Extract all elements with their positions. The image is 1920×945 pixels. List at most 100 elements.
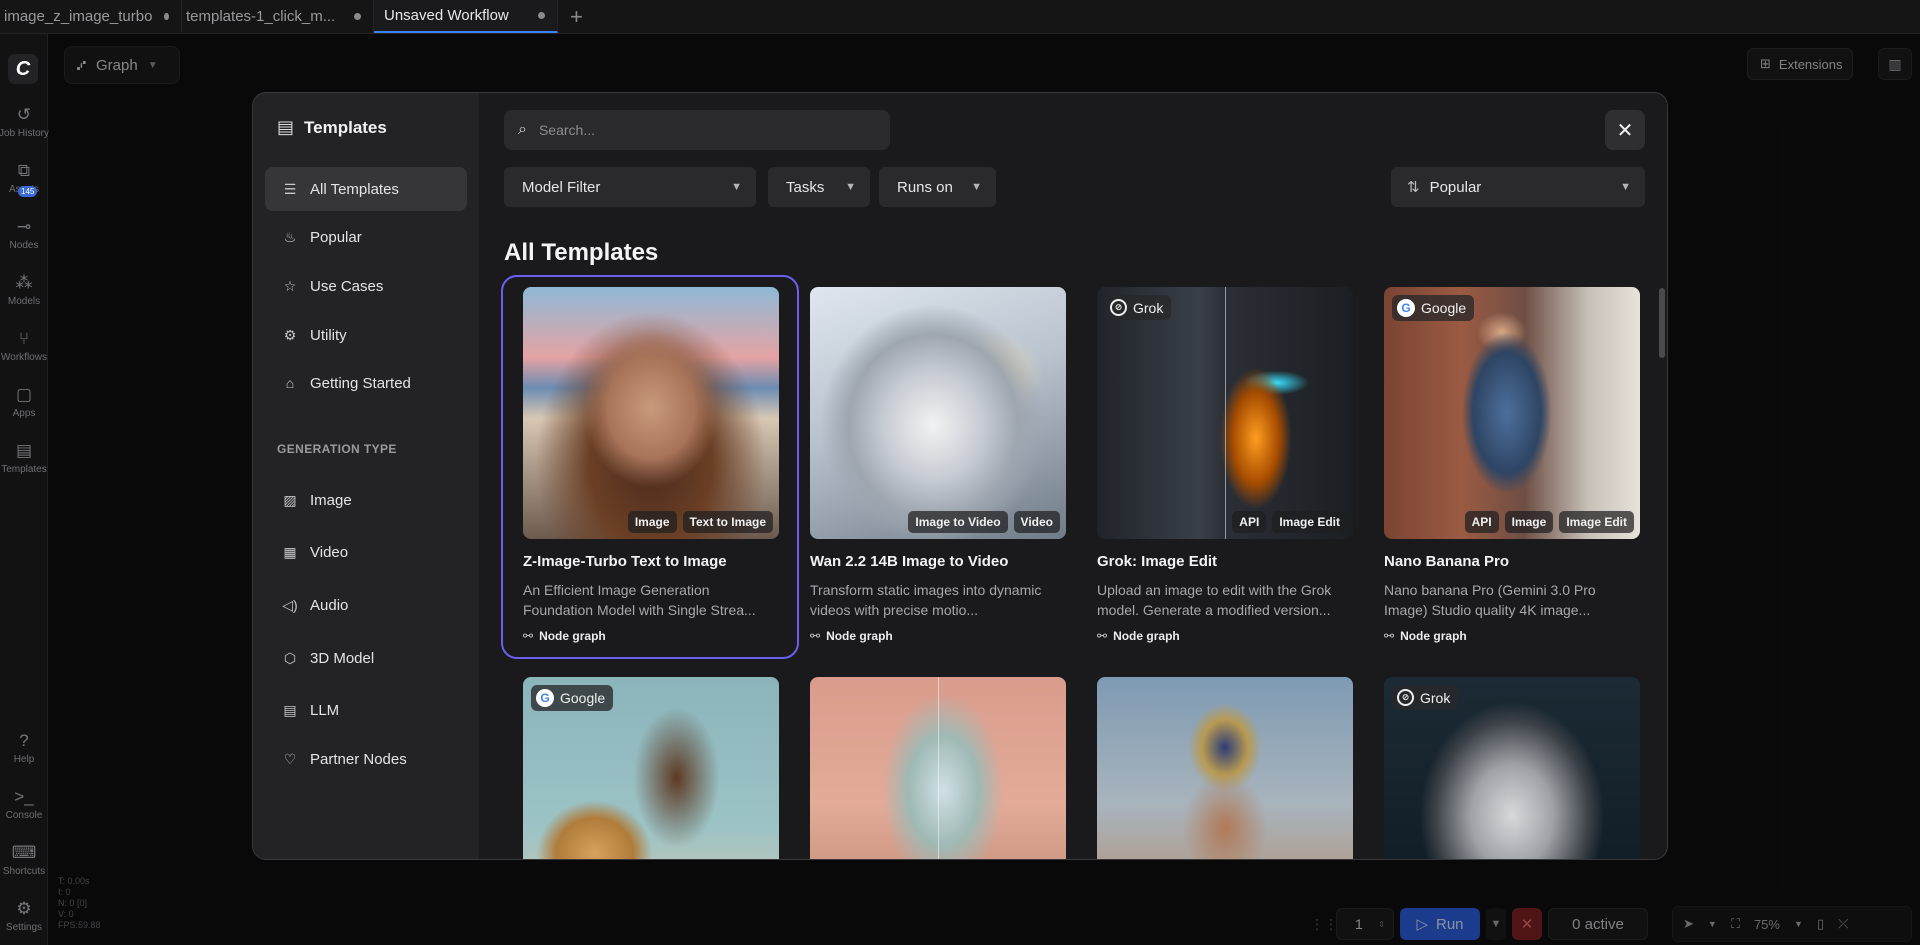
new-tab-plus-icon[interactable]: +: [558, 0, 595, 33]
nav-label: Popular: [310, 228, 362, 246]
nav-video[interactable]: ▦ Video: [265, 530, 467, 574]
card-kind-label: Node graph: [826, 629, 893, 643]
nav-use-cases[interactable]: ☆ Use Cases: [265, 264, 467, 308]
nav-getting-started[interactable]: ⌂ Getting Started: [265, 361, 467, 405]
rail-models[interactable]: ⁂ Models: [0, 272, 48, 307]
template-thumbnail[interactable]: [1097, 677, 1353, 859]
rail-templates[interactable]: ▤ Templates: [0, 440, 48, 475]
card-description: Nano banana Pro (Gemini 3.0 Pro Image) S…: [1384, 582, 1596, 618]
rail-label: Console: [5, 810, 43, 821]
filter-label: Runs on: [897, 178, 953, 196]
history-icon: ↺: [16, 105, 32, 124]
template-card[interactable]: ⊘ Grok API Image Edit Grok: Image Edit U…: [1097, 287, 1353, 643]
card-title: Z-Image-Turbo Text to Image: [523, 553, 727, 570]
rail-label: Shortcuts: [2, 866, 46, 877]
template-thumbnail[interactable]: ⊘ Grok API Image Edit: [1097, 287, 1353, 539]
nav-utility[interactable]: ⚙ Utility: [265, 313, 467, 357]
assets-count-badge: 145: [18, 186, 38, 197]
workflow-tab-active[interactable]: Unsaved Workflow: [374, 0, 558, 33]
filter-label: Tasks: [786, 178, 825, 196]
rail-help[interactable]: ? Help: [0, 730, 48, 765]
template-card[interactable]: Image Text to Image Z-Image-Turbo Text t…: [501, 275, 799, 659]
template-thumbnail[interactable]: G Google API Image Image Edit: [1384, 287, 1640, 539]
rail-console[interactable]: >_ Console: [0, 786, 48, 821]
template-card[interactable]: [1097, 677, 1353, 859]
rail-label: Apps: [12, 408, 36, 419]
graduation-cap-icon: ⌂: [285, 375, 295, 391]
scrollbar-thumb[interactable]: [1659, 288, 1665, 358]
nav-label: 3D Model: [310, 649, 375, 667]
nav-popular[interactable]: ♨ Popular: [265, 215, 467, 259]
rail-label: Help: [13, 754, 35, 765]
template-thumbnail[interactable]: [810, 677, 1066, 859]
nav-3d-model[interactable]: ⬡ 3D Model: [265, 636, 467, 680]
nodes-icon: ⊸: [16, 217, 32, 236]
nav-label: Partner Nodes: [310, 750, 407, 768]
handshake-icon: ♡: [283, 750, 297, 767]
tag-list: Image to Video Video: [908, 511, 1060, 533]
rail-settings[interactable]: ⚙ Settings: [0, 898, 48, 933]
list-icon: ☰: [283, 180, 297, 197]
workflow-tab[interactable]: image_z_image_turbo: [0, 0, 182, 33]
card-description: An Efficient Image Generation Foundation…: [523, 582, 756, 618]
search-input[interactable]: [538, 122, 859, 138]
nav-image[interactable]: ▨ Image: [265, 478, 467, 522]
provider-name: Grok: [1133, 299, 1164, 316]
model-filter-dropdown[interactable]: Model Filter ▼: [504, 167, 756, 207]
rail-job-history[interactable]: ↺ Job History: [0, 104, 49, 139]
nav-partner-nodes[interactable]: ♡ Partner Nodes: [265, 737, 467, 781]
runs-on-filter-dropdown[interactable]: Runs on ▼: [879, 167, 996, 207]
sort-dropdown[interactable]: ⇅ Popular ▼: [1391, 167, 1645, 207]
node-graph-icon: ⚯: [810, 629, 821, 643]
nav-label: Image: [310, 491, 352, 509]
card-description: Upload an image to edit with the Grok mo…: [1097, 582, 1332, 618]
template-search[interactable]: ⌕: [504, 110, 890, 150]
workflow-tab-label: image_z_image_turbo: [4, 8, 153, 25]
workflows-icon: ⑂: [18, 329, 30, 348]
template-thumbnail[interactable]: Image Text to Image: [523, 287, 779, 539]
template-card[interactable]: [810, 677, 1066, 859]
image-icon: ▨: [283, 491, 297, 508]
node-graph-icon: ⚯: [1097, 629, 1108, 643]
unsaved-dot-icon: [164, 13, 169, 20]
rail-apps[interactable]: ▢ Apps: [0, 384, 48, 419]
tasks-filter-dropdown[interactable]: Tasks ▼: [768, 167, 870, 207]
gear-icon: ⚙: [283, 326, 297, 343]
template-card[interactable]: G Google: [523, 677, 779, 859]
card-kind: ⚯ Node graph: [523, 629, 779, 643]
chevron-down-icon: ▼: [971, 181, 982, 193]
flame-icon: ♨: [283, 228, 297, 245]
template-thumbnail[interactable]: Image to Video Video: [810, 287, 1066, 539]
close-dialog-button[interactable]: ✕: [1605, 110, 1645, 150]
template-card[interactable]: G Google API Image Image Edit Nano Banan…: [1384, 287, 1640, 643]
provider-badge: G Google: [1392, 295, 1475, 321]
nav-audio[interactable]: ◁) Audio: [265, 583, 467, 627]
workflow-tab[interactable]: templates-1_click_m...: [182, 0, 374, 33]
nav-llm[interactable]: ▤ LLM: [265, 688, 467, 732]
rail-nodes[interactable]: ⊸ Nodes: [0, 216, 48, 251]
search-icon: ⌕: [518, 121, 527, 138]
card-kind-label: Node graph: [539, 629, 606, 643]
close-icon: ✕: [1616, 119, 1634, 142]
nav-label: All Templates: [310, 180, 399, 198]
nav-label: Use Cases: [310, 277, 384, 295]
nav-label: Utility: [310, 326, 347, 344]
tag: Video: [1013, 511, 1060, 533]
google-logo-icon: G: [536, 689, 554, 707]
chevron-down-icon: ▼: [731, 181, 742, 193]
rail-label: Job History: [0, 128, 49, 139]
template-card[interactable]: Image to Video Video Wan 2.2 14B Image t…: [810, 287, 1066, 643]
chevron-down-icon: ▼: [1620, 181, 1631, 193]
template-thumbnail[interactable]: G Google: [523, 677, 779, 859]
nav-all-templates[interactable]: ☰ All Templates: [265, 167, 467, 211]
card-title: Grok: Image Edit: [1097, 553, 1218, 570]
google-logo-icon: G: [1397, 299, 1415, 317]
app-logo[interactable]: C: [8, 54, 38, 84]
chat-icon: ▤: [283, 701, 297, 718]
rail-workflows[interactable]: ⑂ Workflows: [0, 328, 48, 363]
rail-shortcuts[interactable]: ⌨ Shortcuts: [0, 842, 48, 877]
template-thumbnail[interactable]: ⊘ Grok: [1384, 677, 1640, 859]
provider-name: Google: [1421, 300, 1467, 316]
speaker-icon: ◁): [282, 596, 298, 613]
template-card[interactable]: ⊘ Grok: [1384, 677, 1640, 859]
